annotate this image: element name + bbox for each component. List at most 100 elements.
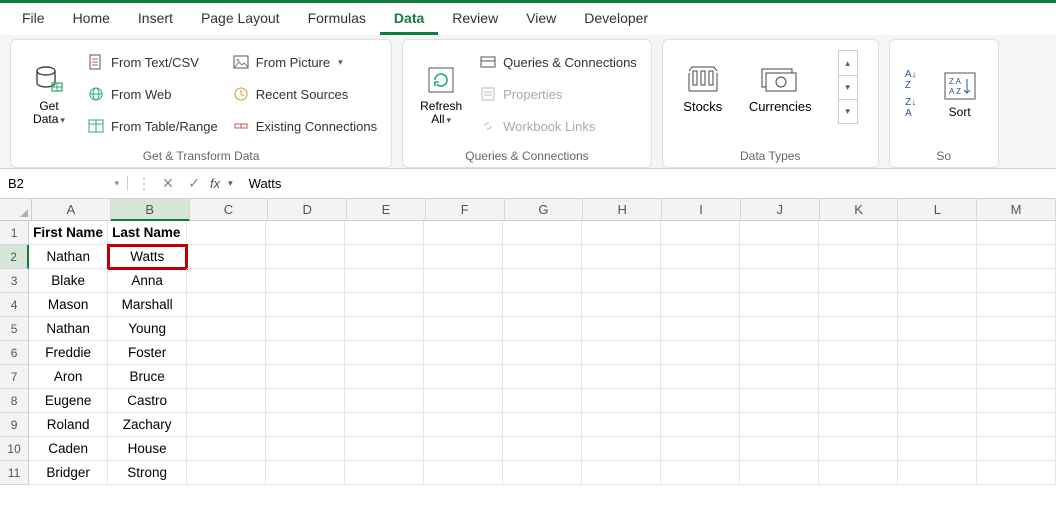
cell[interactable] <box>661 365 740 389</box>
formula-input[interactable]: Watts <box>241 176 1056 191</box>
tab-insert[interactable]: Insert <box>124 4 187 35</box>
cell[interactable] <box>740 221 819 245</box>
cell[interactable] <box>819 461 898 485</box>
queries-connections-button[interactable]: Queries & Connections <box>475 47 641 77</box>
cell[interactable] <box>977 341 1056 365</box>
cell[interactable] <box>424 413 503 437</box>
fx-icon[interactable]: fx <box>210 176 220 191</box>
cell[interactable] <box>266 293 345 317</box>
cell[interactable] <box>503 437 582 461</box>
from-table-range-button[interactable]: From Table/Range <box>83 111 222 141</box>
existing-connections-button[interactable]: Existing Connections <box>228 111 381 141</box>
cell[interactable] <box>898 221 977 245</box>
cell[interactable] <box>503 293 582 317</box>
cell[interactable] <box>819 293 898 317</box>
data-types-scroll[interactable]: ▴ ▾ ▾ <box>838 50 858 124</box>
cell[interactable]: Bruce <box>108 365 187 389</box>
cell[interactable] <box>503 365 582 389</box>
cell[interactable] <box>582 317 661 341</box>
cell[interactable] <box>266 221 345 245</box>
cell[interactable] <box>661 245 740 269</box>
cell[interactable] <box>187 437 266 461</box>
cell[interactable] <box>582 293 661 317</box>
column-header[interactable]: L <box>898 199 977 221</box>
cell[interactable] <box>740 437 819 461</box>
cell[interactable]: First Name <box>29 221 108 245</box>
cell[interactable]: Last Name <box>108 221 187 245</box>
row-header[interactable]: 7 <box>0 365 29 389</box>
stocks-button[interactable]: Stocks <box>683 61 723 114</box>
cell[interactable] <box>187 413 266 437</box>
cell[interactable] <box>345 389 424 413</box>
cell[interactable] <box>977 293 1056 317</box>
cell[interactable] <box>582 461 661 485</box>
cell[interactable]: Mason <box>29 293 108 317</box>
cell[interactable] <box>898 317 977 341</box>
cell[interactable] <box>661 293 740 317</box>
cell[interactable]: Eugene <box>29 389 108 413</box>
cell[interactable] <box>819 269 898 293</box>
cell[interactable] <box>345 221 424 245</box>
column-header[interactable]: D <box>268 199 347 221</box>
cell[interactable] <box>187 389 266 413</box>
cell[interactable] <box>187 245 266 269</box>
cell[interactable] <box>977 461 1056 485</box>
cell[interactable] <box>977 413 1056 437</box>
accept-formula-button[interactable]: ✓ <box>184 175 204 192</box>
cell[interactable] <box>977 269 1056 293</box>
cell[interactable] <box>345 317 424 341</box>
cell[interactable] <box>740 365 819 389</box>
cell[interactable] <box>977 365 1056 389</box>
cell[interactable] <box>424 341 503 365</box>
cell[interactable] <box>266 389 345 413</box>
cell[interactable] <box>977 221 1056 245</box>
cell[interactable] <box>582 413 661 437</box>
cell[interactable] <box>898 293 977 317</box>
cell[interactable] <box>582 365 661 389</box>
cell[interactable] <box>740 341 819 365</box>
cell[interactable] <box>661 437 740 461</box>
cell[interactable] <box>582 269 661 293</box>
cell[interactable] <box>345 293 424 317</box>
cell[interactable]: Anna <box>108 269 187 293</box>
tab-review[interactable]: Review <box>438 4 512 35</box>
cell[interactable] <box>740 293 819 317</box>
cell[interactable] <box>266 437 345 461</box>
from-text-csv-button[interactable]: From Text/CSV <box>83 47 222 77</box>
column-header[interactable]: E <box>347 199 426 221</box>
sort-desc-button[interactable]: Z↓A <box>900 97 922 119</box>
cell[interactable] <box>819 389 898 413</box>
cell[interactable]: Young <box>108 317 187 341</box>
tab-page-layout[interactable]: Page Layout <box>187 4 294 35</box>
column-header[interactable]: G <box>505 199 584 221</box>
cell[interactable] <box>582 389 661 413</box>
cell[interactable] <box>266 365 345 389</box>
cell[interactable]: Nathan <box>29 317 108 341</box>
row-header[interactable]: 3 <box>0 269 29 293</box>
cell[interactable] <box>424 245 503 269</box>
cell[interactable] <box>266 269 345 293</box>
row-header[interactable]: 8 <box>0 389 29 413</box>
refresh-all-button[interactable]: RefreshAll▾ <box>413 46 469 142</box>
cell[interactable]: Zachary <box>108 413 187 437</box>
cell[interactable] <box>661 269 740 293</box>
row-header[interactable]: 2 <box>0 245 29 269</box>
currencies-button[interactable]: Currencies <box>749 61 812 114</box>
row-header[interactable]: 9 <box>0 413 29 437</box>
cell[interactable] <box>266 317 345 341</box>
cell[interactable]: Watts <box>108 245 187 269</box>
tab-formulas[interactable]: Formulas <box>294 4 380 35</box>
cell[interactable] <box>819 437 898 461</box>
cell[interactable] <box>345 461 424 485</box>
cell[interactable] <box>661 341 740 365</box>
chevron-down-icon[interactable]: ▾ <box>228 178 233 189</box>
cell[interactable] <box>187 293 266 317</box>
column-header[interactable]: B <box>111 199 190 221</box>
scroll-up-icon[interactable]: ▴ <box>839 51 857 75</box>
cell[interactable] <box>582 245 661 269</box>
name-box[interactable]: B2 ▾ <box>0 176 128 191</box>
cell[interactable] <box>819 341 898 365</box>
cell[interactable] <box>740 245 819 269</box>
cell[interactable] <box>266 413 345 437</box>
tab-data[interactable]: Data <box>380 4 438 35</box>
